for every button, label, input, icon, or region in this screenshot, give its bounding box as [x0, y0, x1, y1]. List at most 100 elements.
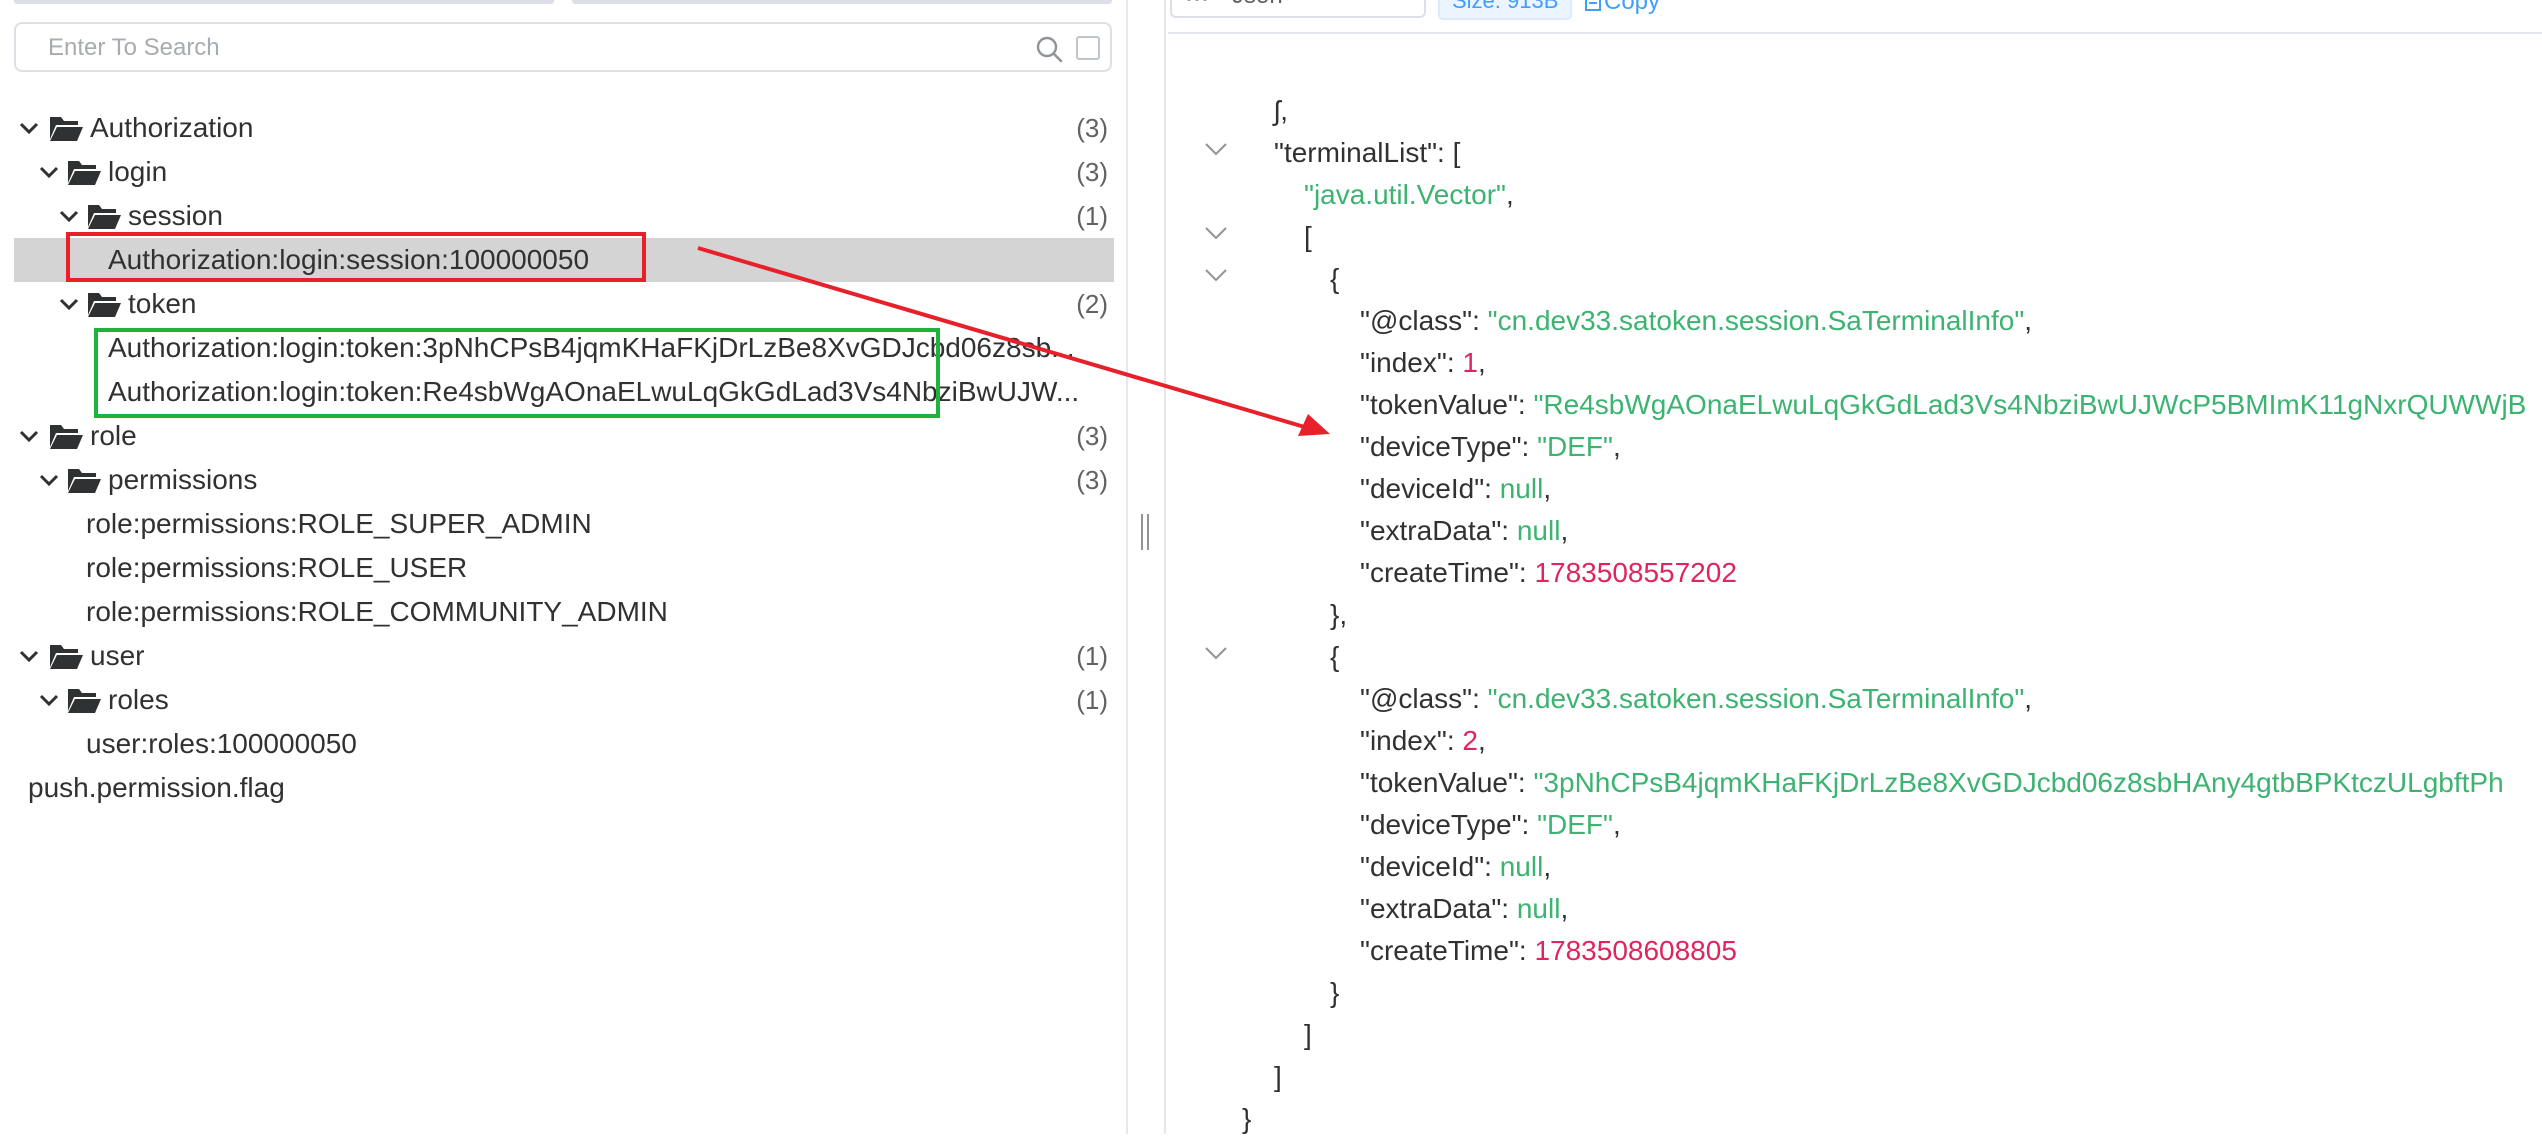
tree-key-permission[interactable]: role:permissions:ROLE_USER — [0, 546, 1126, 590]
tree-key-label: role:permissions:ROLE_USER — [86, 552, 468, 583]
json-line: "deviceId": null, — [1360, 851, 1552, 882]
tree-folder-permissions[interactable]: permissions (3) — [0, 458, 1126, 502]
tree-key-label: role:permissions:ROLE_COMMUNITY_ADMIN — [86, 596, 668, 627]
search-input[interactable] — [46, 32, 1030, 64]
json-line: "extraData": null, — [1360, 515, 1569, 546]
tree-folder-label: token — [128, 288, 197, 319]
json-punct: [ — [1304, 221, 1312, 252]
search-icon[interactable] — [1034, 34, 1064, 64]
json-null: null — [1499, 473, 1544, 504]
value-viewer-pane: Json Size: 913B Copy ʃ, "terminalList": … — [1164, 0, 2542, 1134]
json-line: "createTime": 1783508557202 — [1360, 557, 1737, 588]
json-key: "tokenValue" — [1360, 767, 1518, 798]
json-line: "tokenValue": "Re4sbWgAOnaELwuLqGkGdLad3… — [1360, 389, 2527, 420]
key-count: (3) — [1076, 113, 1108, 143]
json-punct: { — [1330, 263, 1340, 294]
key-count: (2) — [1076, 289, 1108, 319]
folder-open-icon — [50, 117, 83, 141]
json-punct: ] — [1304, 1019, 1312, 1050]
json-viewer[interactable]: ʃ, "terminalList": [ "java.util.Vector",… — [1168, 32, 2542, 1136]
json-punct: } — [1242, 1103, 1252, 1134]
json-line: "tokenValue": "3pNhCPsB4jqmKHaFKjDrLzBe8… — [1360, 767, 2504, 798]
chevron-down-icon[interactable] — [18, 426, 40, 446]
chevron-down-icon[interactable] — [38, 690, 60, 710]
json-string: "Re4sbWgAOnaELwuLqGkGdLad3Vs4NbziBwUJWcP… — [1533, 389, 2527, 420]
viewer-toolbar: Json Size: 913B Copy — [1166, 0, 2542, 30]
tree-key-label: user:roles:100000050 — [86, 728, 357, 759]
json-key: "createTime" — [1360, 935, 1519, 966]
json-number: 1 — [1462, 347, 1478, 378]
json-string: "DEF" — [1537, 431, 1613, 462]
json-line: "deviceId": null, — [1360, 473, 1552, 504]
tree-folder-label: user — [90, 640, 145, 671]
chevron-down-icon[interactable] — [58, 206, 80, 226]
fold-chevron-icon[interactable] — [1204, 142, 1228, 156]
json-line: "java.util.Vector", — [1304, 174, 1514, 216]
key-tree-pane: Authorization (3) login (3) session (1) … — [0, 0, 1126, 1134]
json-punct: ] — [1274, 1061, 1282, 1092]
key-count: (3) — [1076, 465, 1108, 495]
tree-folder-role[interactable]: role (3) — [0, 414, 1126, 458]
json-string: "cn.dev33.satoken.session.SaTerminalInfo… — [1487, 305, 2025, 336]
json-line: } — [1330, 972, 1339, 1014]
tree-folder-token[interactable]: token (2) — [0, 282, 1126, 326]
json-line: { — [1330, 636, 1339, 678]
chevron-down-icon[interactable] — [18, 646, 40, 666]
tree-folder-label: Authorization — [90, 112, 254, 143]
json-punct: : [ — [1437, 137, 1461, 168]
json-line: "index": 2, — [1360, 725, 1486, 756]
size-badge: Size: 913B — [1438, 0, 1573, 20]
json-key: "terminalList" — [1274, 137, 1438, 168]
chevron-down-icon[interactable] — [58, 294, 80, 314]
json-line: "index": 1, — [1360, 347, 1486, 378]
json-line: } — [1242, 1098, 1251, 1136]
json-punct: ʃ, — [1274, 95, 1288, 126]
tree-key-label: role:permissions:ROLE_SUPER_ADMIN — [86, 508, 592, 539]
resize-handle-icon[interactable] — [1138, 512, 1152, 552]
json-line: "deviceType": "DEF", — [1360, 431, 1621, 462]
json-key: "extraData" — [1360, 893, 1502, 924]
fold-chevron-icon[interactable] — [1204, 268, 1228, 282]
json-line: [ — [1304, 216, 1312, 258]
json-punct: }, — [1330, 599, 1348, 630]
chevron-down-icon — [1395, 0, 1397, 1]
tree-folder-user[interactable]: user (1) — [0, 634, 1126, 678]
tab-strip-right[interactable] — [572, 0, 1112, 4]
fold-chevron-icon[interactable] — [1204, 646, 1228, 660]
exact-match-checkbox[interactable] — [1076, 36, 1100, 60]
tree-folder-label: role — [90, 420, 137, 451]
json-line: "@class": "cn.dev33.satoken.session.SaTe… — [1360, 305, 2033, 336]
tree-folder-login[interactable]: login (3) — [0, 150, 1126, 194]
chevron-down-icon[interactable] — [18, 118, 40, 138]
tree-folder-label: login — [108, 156, 168, 187]
json-key: "index" — [1360, 725, 1447, 756]
tree-folder-authorization[interactable]: Authorization (3) — [0, 106, 1126, 150]
tree-key-permission[interactable]: role:permissions:ROLE_SUPER_ADMIN — [0, 502, 1126, 546]
format-select[interactable]: Json — [1170, 0, 1426, 18]
copy-button[interactable]: Copy — [1604, 0, 1660, 14]
tree-folder-roles[interactable]: roles (1) — [0, 678, 1126, 722]
json-punct: , — [1505, 179, 1514, 210]
json-line: { — [1330, 258, 1339, 300]
key-tree: Authorization (3) login (3) session (1) … — [0, 106, 1126, 810]
tree-key-user-roles[interactable]: user:roles:100000050 — [0, 722, 1126, 766]
tree-key-permission[interactable]: role:permissions:ROLE_COMMUNITY_ADMIN — [0, 590, 1126, 634]
tree-folder-label: roles — [108, 684, 169, 715]
copy-icon[interactable] — [1584, 0, 1604, 14]
format-select-value: Json — [1232, 0, 1283, 8]
json-line: "createTime": 1783508608805 — [1360, 935, 1737, 966]
grid-icon — [1187, 0, 1207, 1]
folder-open-icon — [88, 293, 121, 317]
json-key: "@class" — [1360, 305, 1473, 336]
json-null: null — [1516, 515, 1561, 546]
chevron-down-icon[interactable] — [38, 470, 60, 490]
fold-chevron-icon[interactable] — [1204, 226, 1228, 240]
chevron-down-icon[interactable] — [38, 162, 60, 182]
tree-key-push-flag[interactable]: push.permission.flag — [0, 766, 1126, 810]
json-key: "tokenValue" — [1360, 389, 1518, 420]
json-line: ] — [1304, 1014, 1312, 1056]
json-line: "extraData": null, — [1360, 893, 1569, 924]
tab-strip-left[interactable] — [14, 0, 554, 4]
json-key: "index" — [1360, 347, 1447, 378]
json-line: }, — [1330, 594, 1347, 636]
